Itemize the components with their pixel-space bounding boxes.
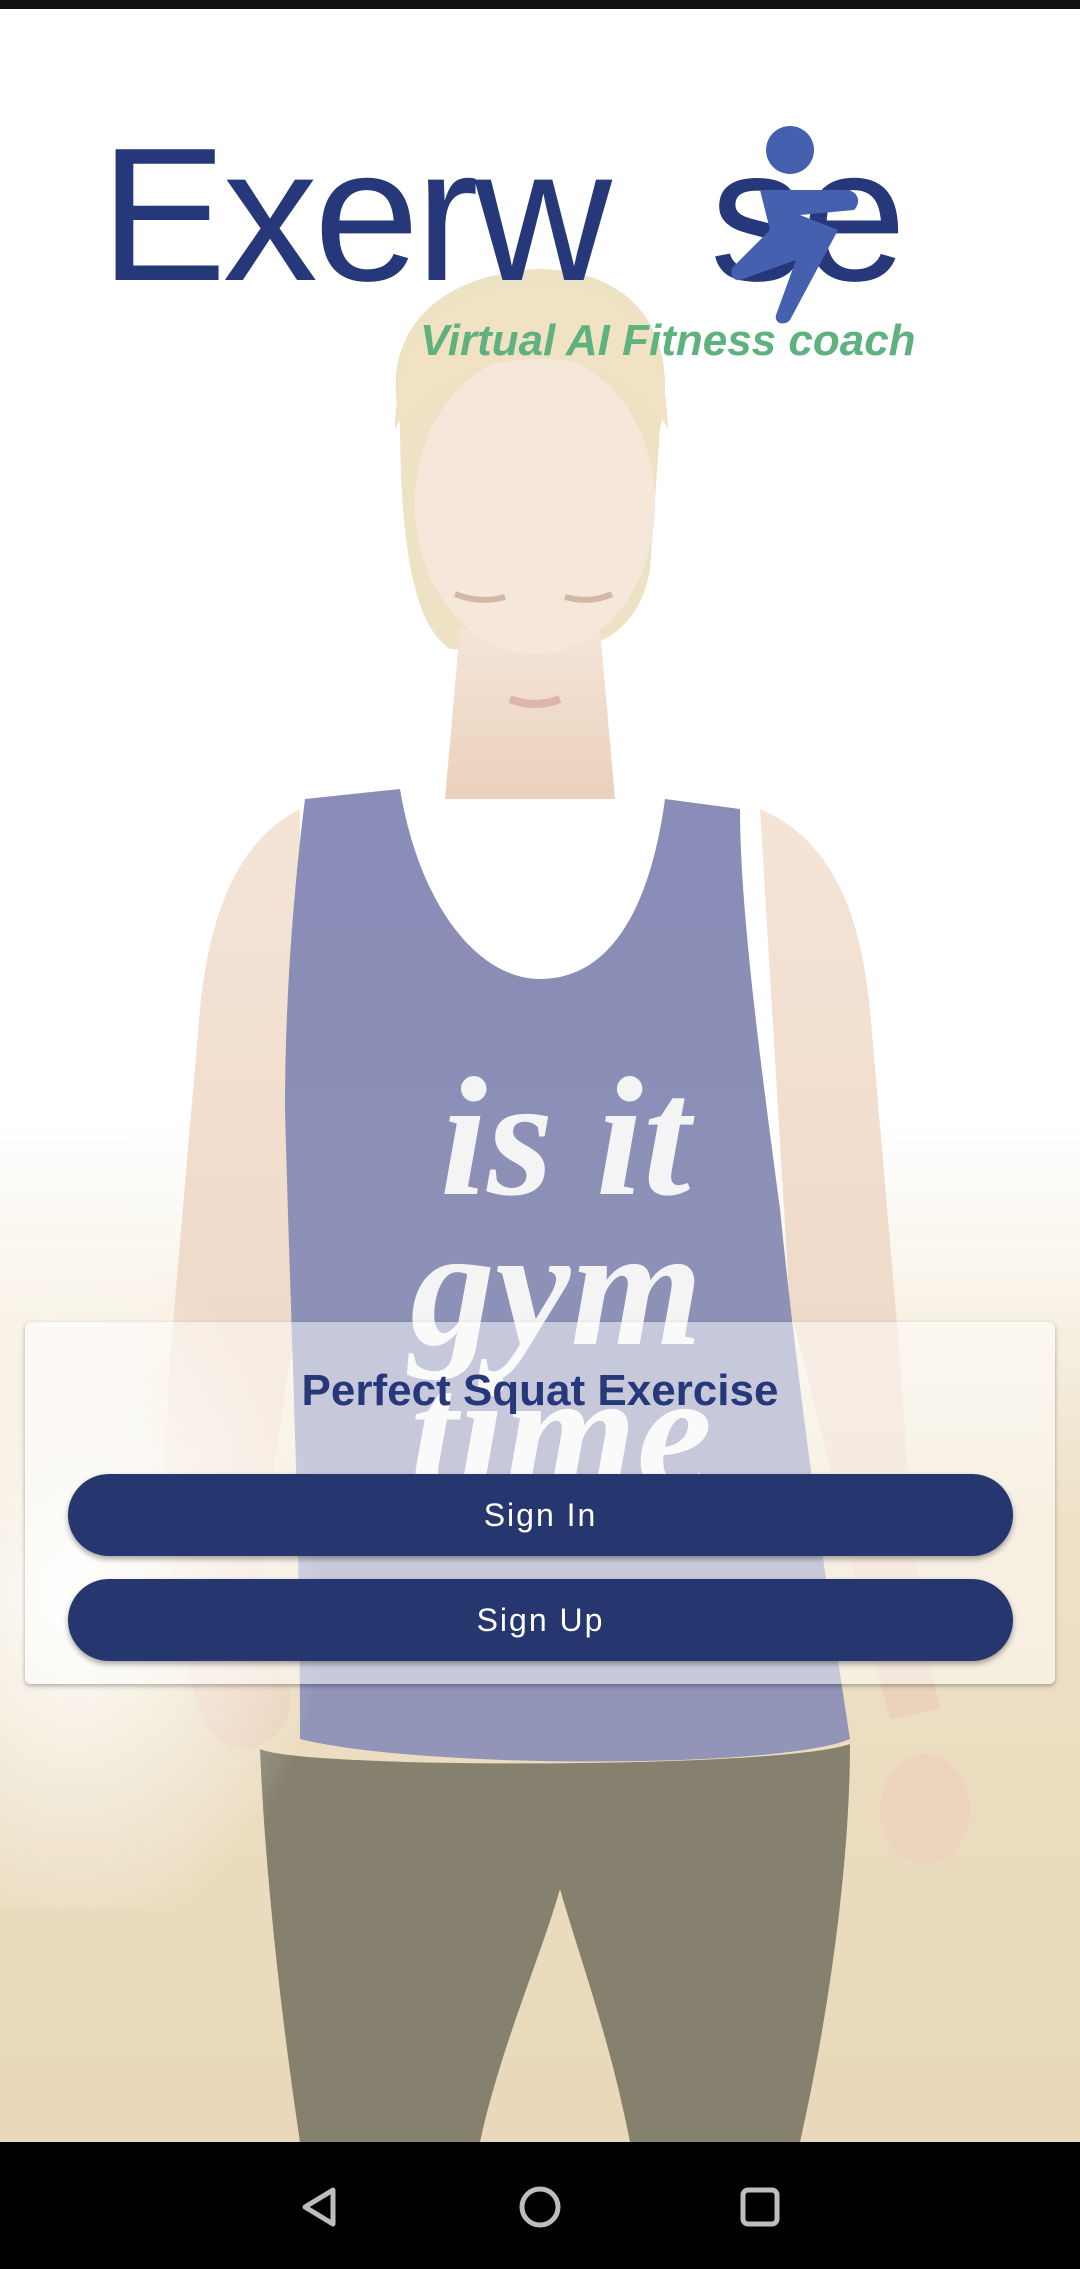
sign-in-button[interactable]: Sign In: [68, 1474, 1013, 1556]
sign-up-button[interactable]: Sign Up: [68, 1579, 1013, 1661]
status-bar: [0, 0, 1080, 9]
square-recents-icon: [740, 2187, 780, 2227]
triangle-back-icon: [302, 2187, 336, 2227]
exerwise-logo: Exerw se Virtual AI Fitness coach: [100, 120, 960, 380]
nav-back-button[interactable]: [285, 2172, 355, 2242]
squat-figure-icon: [731, 126, 859, 324]
circle-home-icon: [519, 2186, 561, 2228]
auth-card: Perfect Squat Exercise Sign In Sign Up: [25, 1322, 1055, 1684]
logo-text-start: Exerw: [100, 109, 612, 321]
nav-home-button[interactable]: [505, 2172, 575, 2242]
card-title: Perfect Squat Exercise: [301, 1366, 779, 1415]
tagline: Virtual AI Fitness coach: [420, 316, 916, 365]
android-nav-bar: [0, 2142, 1080, 2269]
nav-recents-button[interactable]: [725, 2172, 795, 2242]
